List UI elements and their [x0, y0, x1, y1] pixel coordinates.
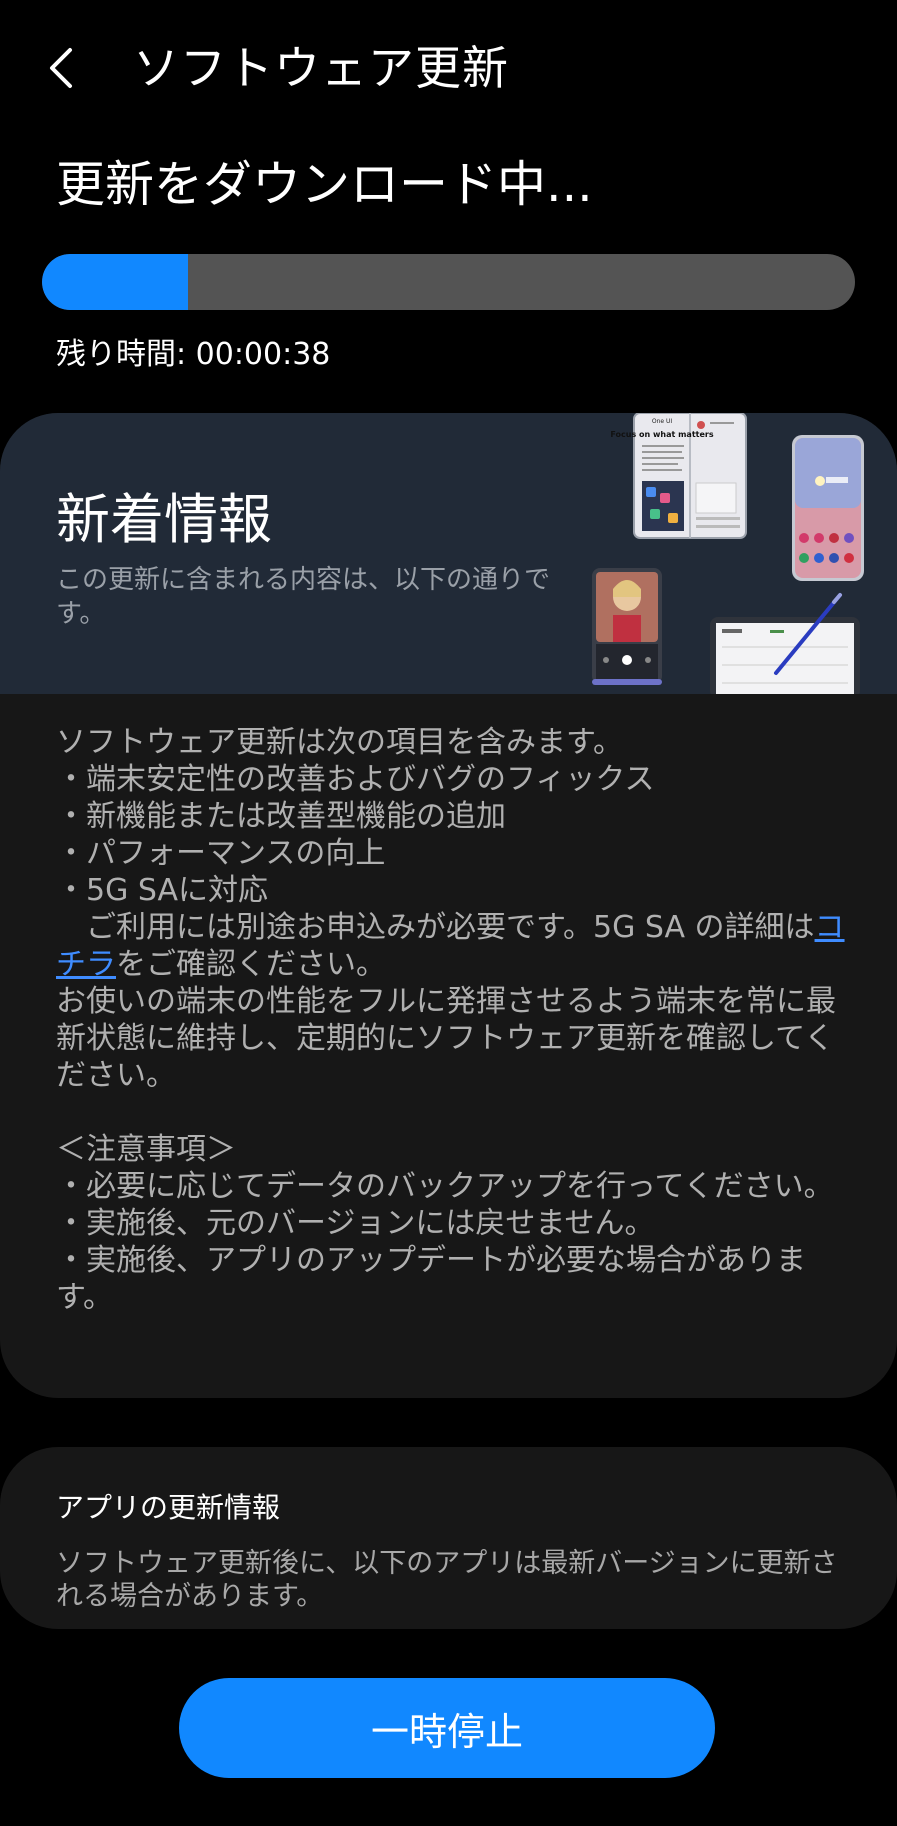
download-progress-bar — [42, 254, 855, 310]
sa-note: ご利用には別途お申込みが必要です。5G SA の詳細はコチラをご確認ください。 — [56, 909, 846, 983]
notes-bullet: ・5G SAに対応 — [56, 873, 268, 908]
promo-headline-text: Focus on what matters — [610, 430, 713, 439]
whats-new-banner: 新着情報 この更新に含まれる内容は、以下の通りです。 One UI Focus … — [0, 413, 897, 699]
app-updates-title: アプリの更新情報 — [56, 1491, 281, 1524]
app-updates-description: ソフトウェア更新後に、以下のアプリは最新バージョンに更新される場合があります。 — [56, 1548, 838, 1612]
whats-new-subtitle: この更新に含まれる内容は、以下の通りです。 — [56, 565, 551, 629]
download-progress-fill — [42, 254, 189, 310]
promo-small-text: One UI — [652, 418, 673, 425]
caution-item: ・実施後、アプリのアップデートが必要な場合があります。 — [56, 1243, 806, 1315]
notes-bullet: ・端末安定性の改善およびバグのフィックス — [56, 762, 655, 797]
download-status-title: 更新をダウンロード中... — [56, 156, 593, 213]
caution-item: ・必要に応じてデータのバックアップを行ってください。 — [56, 1169, 834, 1204]
caution-item: ・実施後、元のバージョンには戻せません。 — [56, 1206, 655, 1241]
remaining-time: 残り時間: 00:00:38 — [56, 337, 331, 372]
caution-title: ＜注意事項＞ — [56, 1132, 236, 1167]
pause-button[interactable]: 一時停止 — [179, 1678, 715, 1778]
page-title: ソフトウェア更新 — [133, 41, 509, 95]
sa-note-text: ご利用には別途お申込みが必要です。5G SA の詳細は — [86, 910, 815, 945]
app-bar: ソフトウェア更新 — [0, 0, 897, 135]
notes-intro: ソフトウェア更新は次の項目を含みます。 — [56, 725, 623, 760]
notes-bullet: ・新機能または改善型機能の追加 — [56, 799, 506, 834]
whats-new-card: 新着情報 この更新に含まれる内容は、以下の通りです。 One UI Focus … — [0, 413, 897, 1398]
chevron-left-icon[interactable] — [40, 38, 90, 98]
notes-recommendation: お使いの端末の性能をフルに発揮させるよう端末を常に最新状態に維持し、定期的にソフ… — [56, 984, 836, 1093]
notes-bullet: ・パフォーマンスの向上 — [56, 836, 386, 871]
release-notes: ソフトウェア更新は次の項目を含みます。 ・端末安定性の改善およびバグのフィックス… — [56, 724, 846, 1316]
notes-spacer — [56, 1094, 846, 1131]
sa-note-confirm-text: をご確認ください。 — [116, 947, 386, 982]
device-collage-image: One UI Focus on what matters — [580, 413, 897, 699]
app-updates-card: アプリの更新情報 ソフトウェア更新後に、以下のアプリは最新バージョンに更新される… — [0, 1447, 897, 1629]
whats-new-title: 新着情報 — [56, 488, 272, 551]
